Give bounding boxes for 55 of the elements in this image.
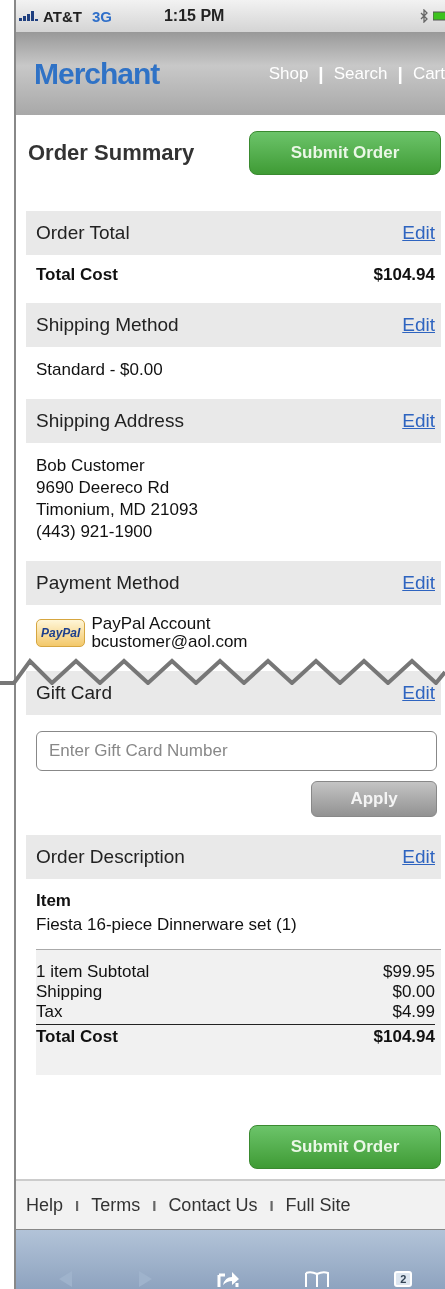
section-title: Payment Method — [36, 572, 180, 594]
edit-link[interactable]: Edit — [402, 410, 435, 432]
section-title: Shipping Method — [36, 314, 179, 336]
network-type: 3G — [91, 7, 112, 25]
signal-icon — [19, 11, 39, 21]
carrier-name: AT&T — [43, 7, 82, 25]
page-title: Order Summary — [28, 140, 195, 166]
row-label: 1 item Subtotal — [36, 962, 150, 982]
footer-link[interactable]: Full Site — [285, 1194, 351, 1216]
footer-separator: I — [269, 1196, 274, 1214]
row-value: $0.00 — [392, 982, 435, 1002]
detail-line: Timonium, MD 21093 — [36, 499, 199, 521]
logo[interactable]: Merchant — [34, 57, 160, 91]
row-value: $104.94 — [373, 1027, 435, 1047]
footer-link[interactable]: Contact Us — [168, 1194, 258, 1216]
row-value: $4.99 — [392, 1002, 435, 1022]
footer-separator: I — [75, 1196, 80, 1214]
edit-link[interactable]: Edit — [402, 682, 435, 704]
detail-line: (443) 921-1900 — [36, 521, 154, 543]
gift-card-field[interactable]: Enter Gift Card Number — [36, 731, 437, 771]
edit-link[interactable]: Edit — [402, 846, 435, 868]
section-title: Shipping Address — [36, 410, 184, 432]
bluetooth-icon — [420, 9, 429, 23]
submit-order-button[interactable]: Submit Order — [249, 131, 441, 175]
battery-icon — [433, 11, 445, 21]
bookmarks-icon[interactable] — [304, 1271, 329, 1287]
share-icon[interactable] — [217, 1271, 240, 1287]
detail-line: 9690 Deereco Rd — [36, 477, 171, 499]
paypal-badge: PayPal — [36, 619, 86, 647]
row-value: $104.94 — [373, 265, 435, 285]
footer-link[interactable]: Help — [26, 1194, 64, 1216]
submit-order-button[interactable]: Submit Order — [249, 1125, 441, 1169]
edit-link[interactable]: Edit — [402, 314, 435, 336]
clock-time: 1:15 PM — [163, 7, 225, 25]
detail-line: Bob Customer — [36, 455, 146, 477]
tabs-button[interactable]: 2 — [394, 1271, 413, 1287]
row-label: Total Cost — [36, 1027, 118, 1047]
edit-link[interactable]: Edit — [402, 222, 435, 244]
item-heading: Item — [36, 891, 72, 911]
nav-separator: | — [397, 63, 403, 85]
footer-link[interactable]: Terms — [91, 1194, 141, 1216]
section-title: Order Description — [36, 846, 185, 868]
row-label: Total Cost — [36, 265, 118, 285]
detail-line: Standard - $0.00 — [36, 359, 164, 381]
detail-line: PayPal Account — [91, 615, 212, 633]
row-value: $99.95 — [383, 962, 435, 982]
detail-line: bcustomer@aol.com — [91, 633, 248, 651]
section-title: Order Total — [36, 222, 130, 244]
item-name: Fiesta 16-piece Dinnerware set (1) — [36, 915, 298, 935]
edit-link[interactable]: Edit — [402, 572, 435, 594]
row-label: Shipping — [36, 982, 103, 1002]
section-title: Gift Card — [36, 682, 113, 704]
row-label: Tax — [36, 1002, 63, 1022]
footer-separator: I — [152, 1196, 157, 1214]
nav-separator: | — [318, 63, 324, 85]
